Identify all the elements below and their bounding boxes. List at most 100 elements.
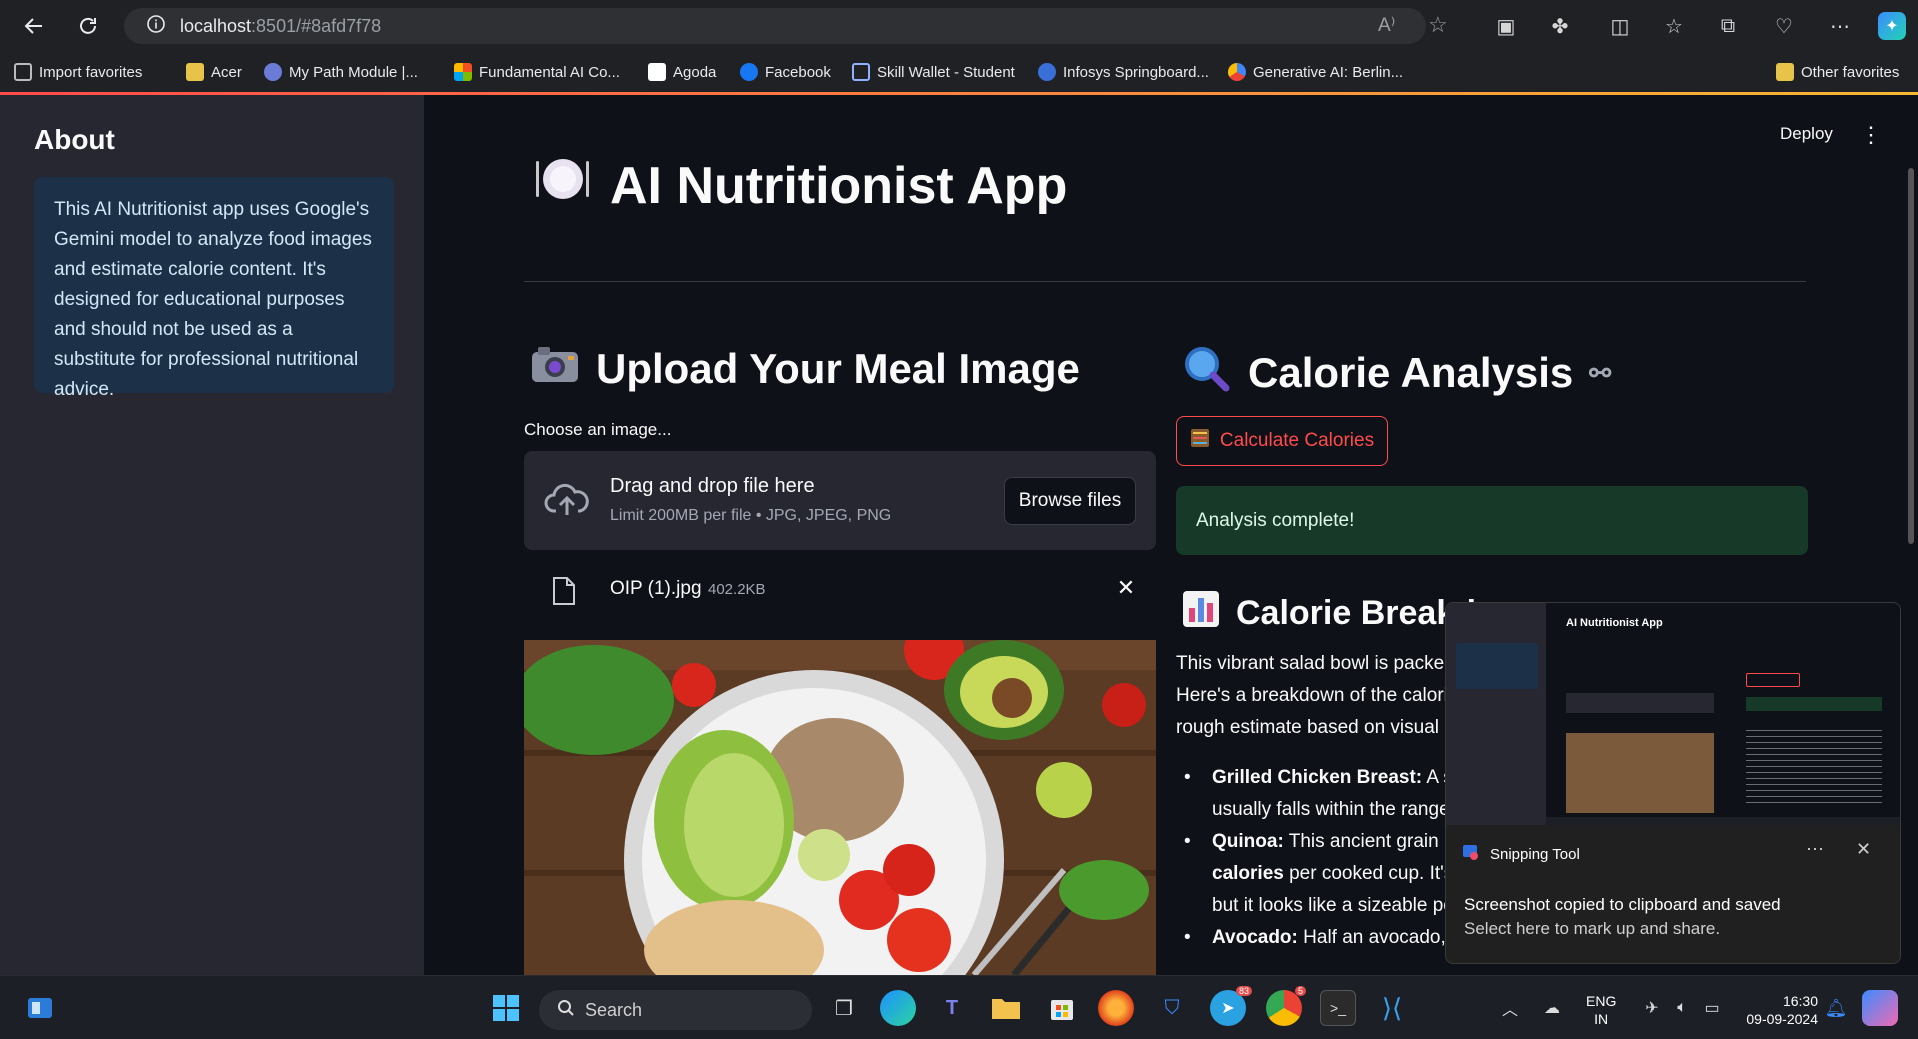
- copilot-taskbar-icon[interactable]: [1862, 990, 1898, 1026]
- teams-icon[interactable]: T: [934, 990, 970, 1026]
- anchor-link-icon[interactable]: ⚯: [1589, 358, 1611, 389]
- infosys-icon: [1038, 63, 1056, 81]
- defender-icon[interactable]: ⛉: [1154, 990, 1190, 1026]
- page-title: AI Nutritionist App: [534, 155, 1067, 216]
- site-info-icon[interactable]: [146, 14, 166, 39]
- show-hidden-icons-icon[interactable]: ︿: [1492, 990, 1528, 1026]
- task-view-icon[interactable]: ❐: [826, 990, 862, 1026]
- success-alert: Analysis complete!: [1176, 486, 1808, 555]
- bookmark-infosys[interactable]: Infosys Springboard...: [1038, 52, 1209, 92]
- bookmark-fundamental-ai[interactable]: Fundamental AI Co...: [454, 52, 620, 92]
- sidebar-title: About: [34, 124, 115, 155]
- agoda-icon: [648, 63, 666, 81]
- refresh-icon[interactable]: [72, 10, 104, 42]
- back-icon[interactable]: [18, 10, 50, 42]
- telegram-badge: 83: [1235, 986, 1252, 996]
- firefox-icon[interactable]: [1098, 990, 1134, 1026]
- bookmarks-bar: Import favorites Acer My Path Module |..…: [0, 52, 1918, 92]
- divider: [524, 281, 1806, 282]
- taskbar-search[interactable]: Search: [539, 990, 812, 1030]
- snipping-tool-icon: [1462, 843, 1480, 865]
- bookmark-other-favorites[interactable]: Other favorites: [1776, 52, 1899, 92]
- abacus-icon: [1190, 428, 1210, 454]
- bookmark-generative-ai[interactable]: Generative AI: Berlin...: [1228, 52, 1403, 92]
- bookmark-my-path[interactable]: My Path Module |...: [264, 52, 418, 92]
- bookmark-agoda[interactable]: Agoda: [648, 52, 716, 92]
- upload-heading: Upload Your Meal Image: [530, 344, 1080, 394]
- browser-toolbar: localhost:8501/#8afd7f78 A⁾ ☆ ▣ ✤ ◫ ☆ ⧉ …: [0, 0, 1918, 52]
- analysis-intro: This vibrant salad bowl is packed Here's…: [1176, 653, 1446, 738]
- windows-start-icon[interactable]: [488, 990, 524, 1026]
- more-menu-icon[interactable]: ⋯: [1826, 12, 1854, 40]
- language-indicator[interactable]: ENG IN: [1586, 992, 1616, 1028]
- copilot-icon[interactable]: ✦: [1878, 12, 1906, 40]
- plate-icon: [534, 155, 592, 216]
- battery-icon[interactable]: ▭: [1694, 990, 1730, 1026]
- terminal-icon[interactable]: >_: [1320, 990, 1356, 1026]
- file-uploader-label: Choose an image...: [524, 420, 672, 439]
- favorite-star-icon[interactable]: ☆: [1428, 12, 1448, 38]
- calculate-calories-button[interactable]: Calculate Calories: [1176, 416, 1388, 466]
- skill-wallet-icon: [852, 63, 870, 81]
- microsoft-store-icon[interactable]: [1044, 990, 1080, 1026]
- scrollbar[interactable]: [1908, 168, 1914, 544]
- edge-icon[interactable]: [880, 990, 916, 1026]
- clock[interactable]: 16:30 09-09-2024: [1738, 992, 1818, 1028]
- vscode-icon[interactable]: ⟩⟨: [1374, 990, 1410, 1026]
- split-screen-icon[interactable]: ◫: [1606, 12, 1634, 40]
- notification-hint: Select here to mark up and share.: [1464, 919, 1721, 938]
- cloud-upload-icon: [544, 481, 590, 524]
- widgets-icon[interactable]: [22, 990, 58, 1026]
- dropzone-title: Drag and drop file here: [610, 475, 815, 497]
- chrome-icon[interactable]: 5: [1266, 986, 1306, 1026]
- list-item: Quinoa: This ancient grain is: [1176, 826, 1446, 858]
- onedrive-icon[interactable]: ☁: [1534, 990, 1570, 1026]
- dropzone-limit: Limit 200MB per file • JPG, JPEG, PNG: [610, 507, 892, 524]
- file-dropzone[interactable]: Drag and drop file here Limit 200MB per …: [524, 451, 1156, 550]
- snipping-tool-notification[interactable]: AI Nutritionist App Snipping Tool ⋯ ✕ Sc…: [1445, 602, 1901, 964]
- notification-more-icon[interactable]: ⋯: [1806, 839, 1824, 860]
- analysis-list: Grilled Chicken Breast: A sta usually fa…: [1176, 762, 1446, 954]
- notification-close-icon[interactable]: ✕: [1856, 839, 1871, 860]
- bookmark-import-favorites[interactable]: Import favorites: [14, 52, 142, 92]
- snipping-tool-app: Snipping Tool: [1462, 843, 1580, 865]
- address-bar[interactable]: localhost:8501/#8afd7f78 A⁾ ☆: [124, 8, 1448, 44]
- notification-message: Screenshot copied to clipboard and saved: [1464, 895, 1781, 914]
- list-item: Grilled Chicken Breast: A sta: [1176, 762, 1446, 794]
- file-icon: [552, 576, 576, 611]
- collections-icon[interactable]: ⧉: [1714, 12, 1742, 40]
- main-menu-icon[interactable]: ⋮: [1860, 122, 1882, 148]
- chrome-badge: 5: [1294, 986, 1306, 996]
- browser-essentials-icon[interactable]: ♡: [1770, 12, 1798, 40]
- bar-chart-icon: [1182, 590, 1220, 637]
- uploaded-file-row: OIP (1).jpg 402.2KB ✕: [524, 566, 1156, 612]
- search-icon: [557, 999, 575, 1022]
- read-aloud-icon[interactable]: A⁾: [1378, 14, 1395, 37]
- windows-taskbar: Search ❐ T ⛉ ➤ 83 5 >_ ⟩⟨ ︿ ☁ ENG IN ✈ 🔈…: [0, 975, 1918, 1039]
- browse-files-button[interactable]: Browse files: [1004, 477, 1136, 525]
- meal-image: [524, 640, 1156, 975]
- telegram-icon[interactable]: ➤ 83: [1210, 986, 1252, 1026]
- bookmark-acer[interactable]: Acer: [186, 52, 242, 92]
- remove-file-icon[interactable]: ✕: [1112, 574, 1140, 602]
- bookmark-skill-wallet[interactable]: Skill Wallet - Student: [852, 52, 1015, 92]
- microsoft-icon: [454, 63, 472, 81]
- favorites-icon[interactable]: ☆: [1660, 12, 1688, 40]
- breakdown-heading: Calorie Breakd: [1182, 590, 1476, 637]
- file-name: OIP (1).jpg: [610, 578, 702, 599]
- file-size: 402.2KB: [708, 581, 766, 598]
- extensions-puzzle-icon[interactable]: ✤: [1546, 12, 1574, 40]
- magnifying-glass-icon: [1182, 344, 1232, 402]
- bookmark-facebook[interactable]: Facebook: [740, 52, 831, 92]
- deploy-button[interactable]: Deploy: [1780, 124, 1833, 144]
- site-icon: [264, 63, 282, 81]
- import-icon: [14, 63, 32, 81]
- page-title-text: AI Nutritionist App: [610, 156, 1068, 215]
- screenshot-thumbnail: AI Nutritionist App: [1446, 603, 1900, 825]
- url-path: :8501/#8afd7f78: [251, 15, 382, 36]
- extension-icon[interactable]: ▣: [1492, 12, 1520, 40]
- file-explorer-icon[interactable]: [988, 990, 1024, 1026]
- camera-icon: [530, 344, 580, 394]
- notification-bell-icon[interactable]: 🔔︎: [1818, 990, 1854, 1026]
- facebook-icon: [740, 63, 758, 81]
